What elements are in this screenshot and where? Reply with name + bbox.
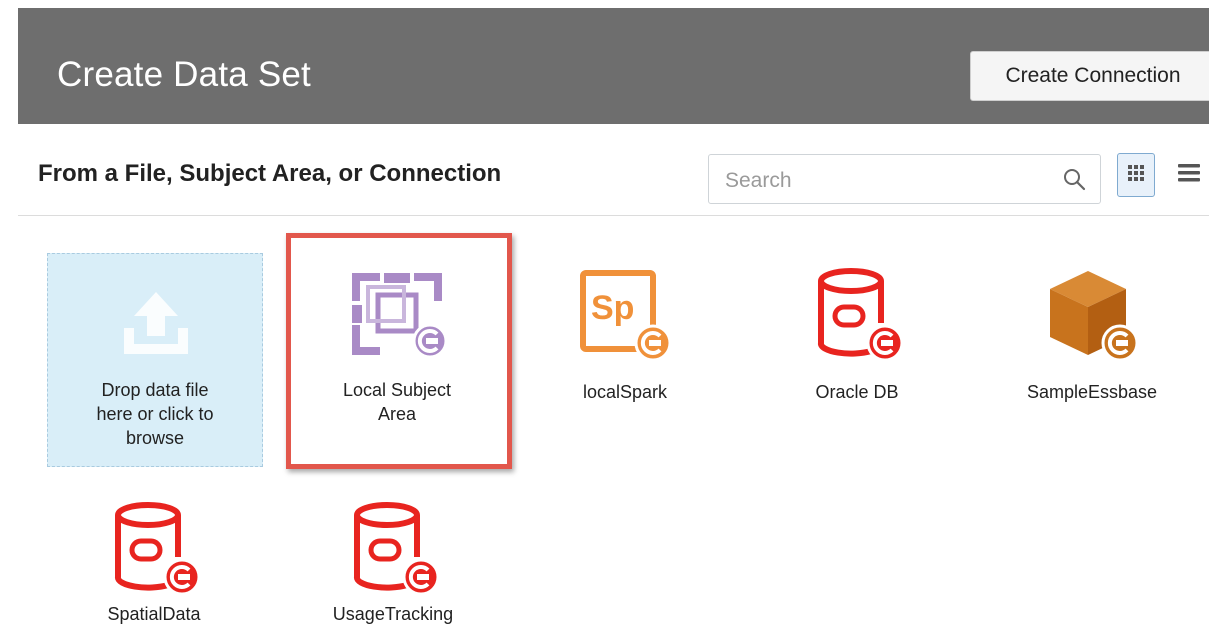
source-label: SampleEssbase <box>1026 382 1158 402</box>
source-label: UsageTracking <box>332 604 454 624</box>
source-tile-spatialdata[interactable]: SpatialData <box>54 485 254 631</box>
upload-icon <box>116 284 196 369</box>
source-tile-local-subject-area[interactable]: Local Subject Area <box>297 245 497 465</box>
section-divider <box>18 215 1209 216</box>
section-title: From a File, Subject Area, or Connection <box>38 160 502 187</box>
database-icon <box>343 499 443 604</box>
search-input[interactable] <box>723 165 1047 197</box>
drop-data-file-zone[interactable]: Drop data file here or click to browse <box>47 253 263 467</box>
drop-zone-label: Drop data file here or click to browse <box>96 380 214 448</box>
list-view-icon <box>1177 162 1201 189</box>
search-icon[interactable] <box>1062 167 1086 196</box>
source-tile-localspark[interactable]: Sp localSpark <box>525 245 725 425</box>
source-label: Oracle DB <box>815 382 899 402</box>
database-icon <box>104 499 204 604</box>
database-icon <box>807 265 907 370</box>
source-tile-usagetracking[interactable]: UsageTracking <box>293 485 493 631</box>
source-tile-sampleessbase[interactable]: SampleEssbase <box>992 245 1192 425</box>
grid-view-button[interactable] <box>1117 153 1155 197</box>
source-label-line2: Area <box>377 404 417 424</box>
page-title: Create Data Set <box>57 55 311 94</box>
source-tile-oracle-db[interactable]: Oracle DB <box>757 245 957 425</box>
svg-text:Sp: Sp <box>591 289 634 327</box>
subject-area-icon <box>342 267 452 368</box>
essbase-cube-icon <box>1040 267 1144 372</box>
page-header: Create Data Set Create Connection <box>18 8 1209 124</box>
spark-icon: Sp <box>575 269 675 370</box>
source-label: SpatialData <box>107 604 201 624</box>
source-label: Local Subject <box>342 380 452 400</box>
source-label: localSpark <box>582 382 668 402</box>
list-view-button[interactable] <box>1174 160 1204 190</box>
create-connection-button[interactable]: Create Connection <box>970 51 1209 101</box>
grid-view-icon <box>1127 164 1145 187</box>
search-box[interactable] <box>708 154 1101 204</box>
